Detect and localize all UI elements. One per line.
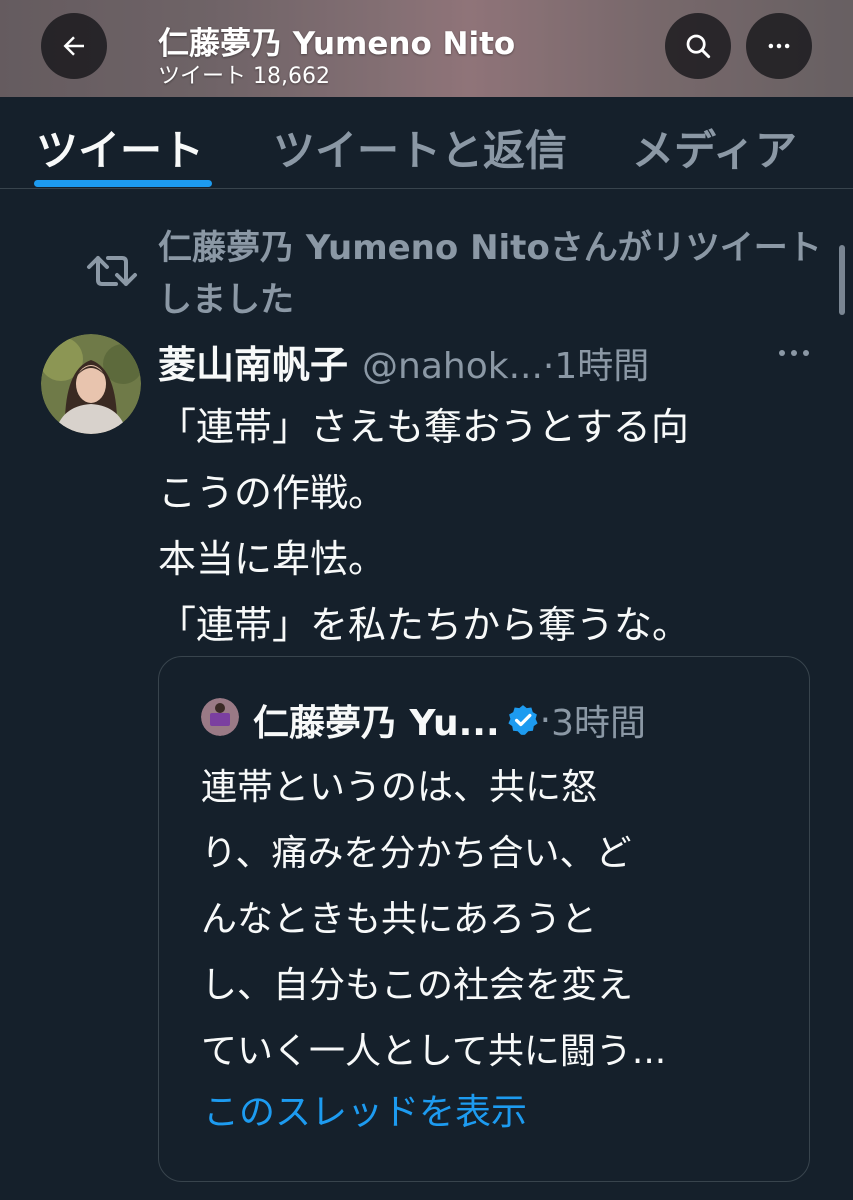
separator: · <box>539 699 552 741</box>
retweet-icon <box>87 256 137 286</box>
scrollbar[interactable] <box>839 245 845 315</box>
quoted-tweet-card[interactable]: 仁藤夢乃 Yu... · 3時間 連帯というのは、共に怒 り、痛みを分かち合い、… <box>158 656 810 1182</box>
tweet-count: ツイート 18,662 <box>158 64 330 89</box>
back-button[interactable] <box>41 13 107 79</box>
tweet-header: 菱山南帆子 @nahok... · 1時間 <box>158 334 649 387</box>
tweet-timestamp[interactable]: 1時間 <box>554 337 649 389</box>
tab-tweets-and-replies[interactable]: ツイートと返信 <box>273 117 567 178</box>
back-arrow-icon <box>63 36 84 56</box>
quoted-timestamp: 3時間 <box>551 703 646 744</box>
quoted-tweet-header: 仁藤夢乃 Yu... · 3時間 <box>253 694 646 746</box>
profile-header: 仁藤夢乃 Yumeno Nito ツイート 18,662 <box>0 0 853 97</box>
quoted-tweet-text: 連帯というのは、共に怒 り、痛みを分かち合い、ど んなときも共にあろうと し、自… <box>201 755 801 1085</box>
quoted-text-line: し、自分もこの社会を変え <box>201 965 634 1006</box>
tweet-text-line: 「連帯」さえも奪おうとする向 <box>158 405 689 449</box>
separator: · <box>542 346 555 387</box>
tweet-text-line: 本当に卑怯。 <box>158 537 387 581</box>
author-handle[interactable]: @nahok... <box>362 346 543 387</box>
more-icon <box>768 43 790 49</box>
search-button[interactable] <box>665 13 731 79</box>
quoted-avatar <box>201 698 239 736</box>
tab-tweets[interactable]: ツイート <box>36 117 204 178</box>
quoted-avatar-photo <box>201 698 239 736</box>
quoted-text-line: 連帯というのは、共に怒 <box>201 767 598 808</box>
profile-tabs: ツイート ツイートと返信 メディア <box>0 97 853 189</box>
tweet-more-icon[interactable] <box>776 343 812 363</box>
tab-media[interactable]: メディア <box>632 117 797 178</box>
quoted-text-line: んなときも共にあろうと <box>201 899 598 940</box>
tweet-text-line: こうの作戦。 <box>158 471 387 515</box>
verified-badge-icon <box>508 705 538 735</box>
quoted-text-line: り、痛みを分かち合い、ど <box>201 833 632 874</box>
avatar[interactable] <box>41 334 141 434</box>
tweet-text-line: 「連帯」を私たちから奪うな。 <box>158 603 691 647</box>
more-button[interactable] <box>746 13 812 79</box>
avatar-photo <box>41 334 141 434</box>
retweet-context-text[interactable]: 仁藤夢乃 Yumeno Nitoさんがリツイートしました <box>158 222 828 326</box>
author-name[interactable]: 菱山南帆子 <box>158 334 348 389</box>
profile-name: 仁藤夢乃 Yumeno Nito <box>158 26 516 62</box>
quoted-text-line: ていく一人として共に闘う... <box>201 1031 667 1072</box>
tweet-text: 「連帯」さえも奪おうとする向 こうの作戦。 本当に卑怯。 「連帯」を私たちから奪… <box>158 394 818 658</box>
active-tab-indicator <box>34 180 212 187</box>
show-thread-link[interactable]: このスレッドを表示 <box>203 1083 527 1135</box>
quoted-author-name: 仁藤夢乃 Yu... <box>253 703 500 744</box>
search-icon <box>686 34 711 59</box>
